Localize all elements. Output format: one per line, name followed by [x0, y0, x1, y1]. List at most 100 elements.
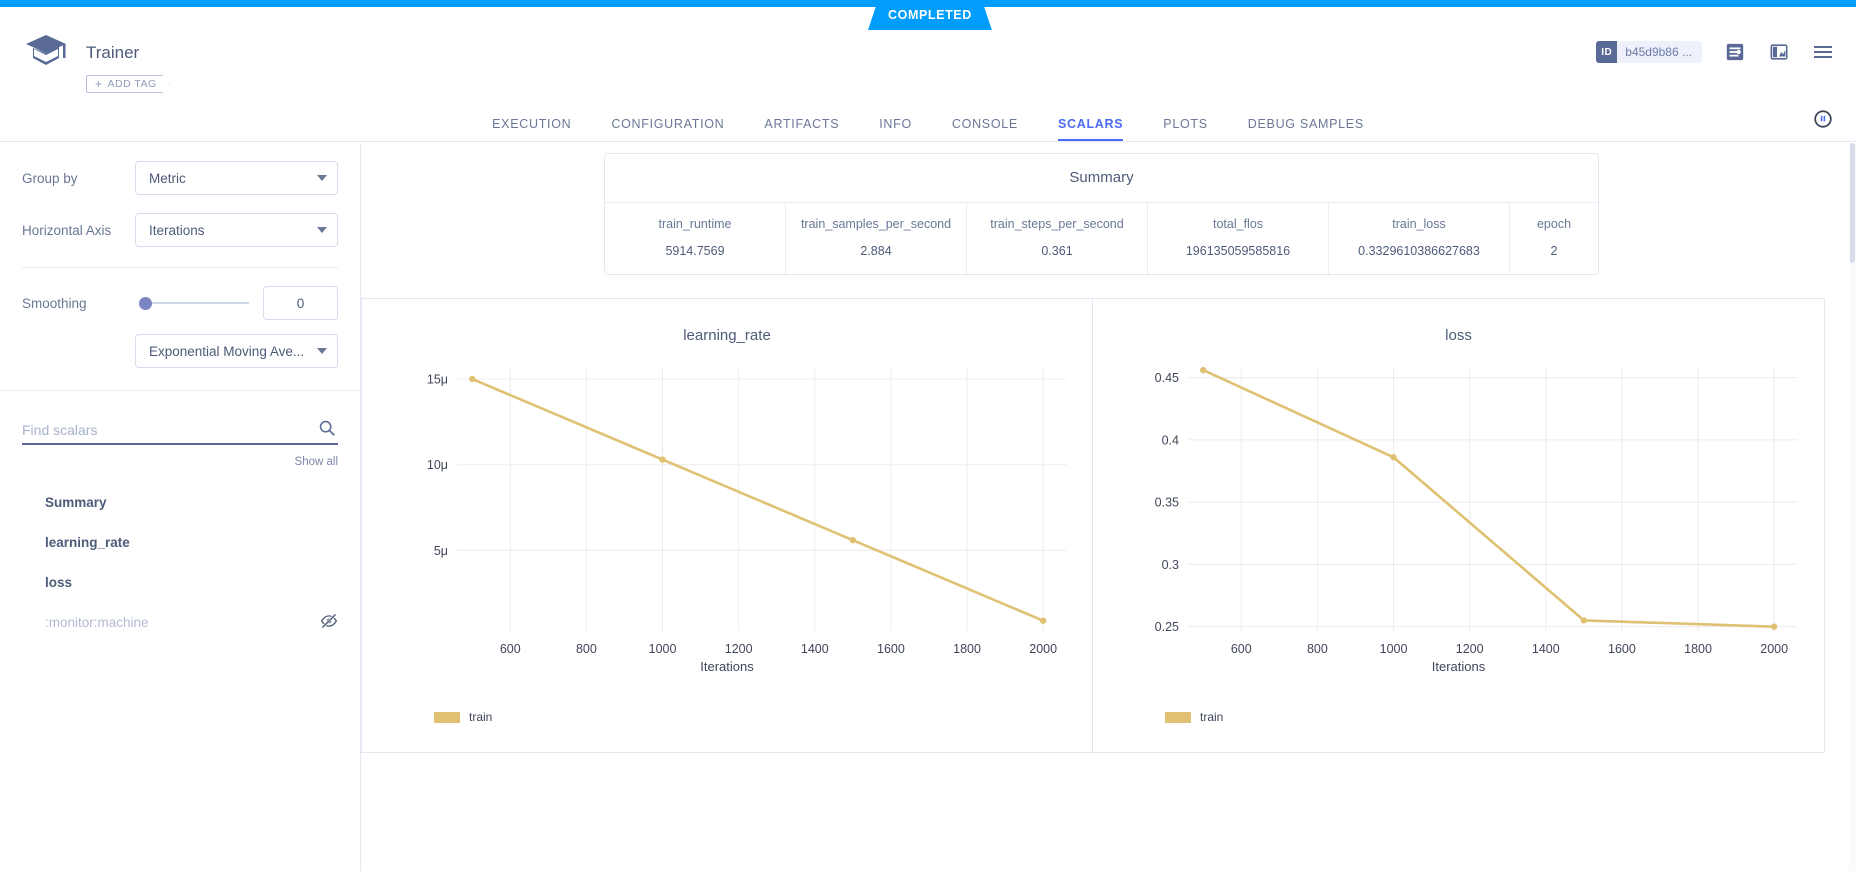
page-scrollbar[interactable] — [1849, 143, 1856, 871]
x-axis-tick: 600 — [500, 642, 521, 656]
legend-color-swatch — [434, 712, 460, 723]
data-point[interactable] — [1771, 623, 1777, 629]
series-line — [1203, 370, 1774, 627]
tab-info[interactable]: INFO — [859, 117, 932, 141]
summary-col-epoch: epoch 2 — [1510, 203, 1598, 274]
smoothing-slider-thumb[interactable] — [139, 297, 152, 310]
tab-scalars[interactable]: SCALARS — [1038, 117, 1143, 141]
x-axis-tick: 1200 — [1456, 642, 1484, 656]
smoothing-algorithm-select[interactable]: Exponential Moving Ave... — [135, 334, 338, 368]
series-line — [472, 379, 1043, 621]
task-id-chip[interactable]: ID b45d9b86 ... — [1596, 41, 1702, 63]
summary-col-train-steps-per-second: train_steps_per_second 0.361 — [967, 203, 1148, 274]
data-point[interactable] — [1581, 617, 1587, 623]
summary-col-train-runtime: train_runtime 5914.7569 — [605, 203, 786, 274]
data-point[interactable] — [659, 456, 665, 462]
list-item[interactable]: :monitor:machine — [0, 602, 360, 642]
y-axis-tick: 5μ — [434, 544, 448, 558]
chart-legend[interactable]: train — [434, 710, 492, 724]
chart-plot-area[interactable]: 15μ10μ5μ600800100012001400160018002000 — [362, 359, 1094, 689]
group-by-select[interactable]: Metric — [135, 161, 338, 195]
sidebar-section-divider — [0, 390, 360, 391]
tab-debug-samples[interactable]: DEBUG SAMPLES — [1228, 117, 1384, 141]
list-item[interactable]: loss — [0, 562, 360, 602]
scalars-main: Summary train_runtime 5914.7569 train_sa… — [361, 143, 1856, 871]
show-all-link[interactable]: Show all — [0, 456, 360, 468]
column-value: 0.3329610386627683 — [1335, 244, 1503, 258]
search-icon[interactable] — [318, 419, 336, 442]
x-axis-label: Iterations — [362, 659, 1092, 674]
x-axis-tick: 1400 — [1532, 642, 1560, 656]
tab-plots[interactable]: PLOTS — [1143, 117, 1228, 141]
id-label: ID — [1596, 41, 1617, 63]
page-header: Trainer + ADD TAG ID b45d9b86 ... — [0, 7, 1856, 102]
column-header: train_loss — [1335, 217, 1503, 231]
legend-label: train — [1200, 710, 1223, 724]
spacer — [22, 334, 135, 368]
chart-title: learning_rate — [362, 327, 1092, 344]
hamburger-menu-icon[interactable] — [1812, 41, 1834, 63]
main-tabbar: EXECUTION CONFIGURATION ARTIFACTS INFO C… — [0, 102, 1856, 142]
header-actions: ID b45d9b86 ... — [1596, 41, 1834, 63]
list-item[interactable]: learning_rate — [0, 522, 360, 562]
scrollbar-thumb[interactable] — [1850, 143, 1855, 263]
chart-title: loss — [1093, 327, 1824, 344]
panel-layout-icon[interactable] — [1768, 41, 1790, 63]
x-axis-tick: 1800 — [953, 642, 981, 656]
data-point[interactable] — [1040, 618, 1046, 624]
search-scalars-wrap — [22, 417, 338, 445]
x-axis-tick: 1000 — [649, 642, 677, 656]
scalar-item-label: learning_rate — [45, 535, 130, 550]
auto-refresh-paused-icon[interactable] — [1812, 108, 1834, 135]
scalars-sidebar: Group by Metric Horizontal Axis Iteratio… — [0, 143, 361, 871]
data-point[interactable] — [469, 376, 475, 382]
summary-title: Summary — [605, 154, 1598, 203]
page-title: Trainer — [86, 43, 139, 63]
smoothing-value-input[interactable]: 0 — [263, 286, 338, 320]
smoothing-row: Smoothing 0 — [0, 286, 360, 320]
scalar-list: Summary learning_rate loss :monitor:mach… — [0, 482, 360, 642]
x-axis-tick: 1000 — [1380, 642, 1408, 656]
x-axis-tick: 1600 — [1608, 642, 1636, 656]
chart-legend[interactable]: train — [1165, 710, 1223, 724]
data-point[interactable] — [1390, 454, 1396, 460]
tab-configuration[interactable]: CONFIGURATION — [591, 117, 744, 141]
horizontal-axis-select[interactable]: Iterations — [135, 213, 338, 247]
column-header: total_flos — [1154, 217, 1322, 231]
horizontal-axis-value: Iterations — [149, 223, 317, 238]
y-axis-tick: 10μ — [427, 458, 448, 472]
column-header: train_steps_per_second — [973, 217, 1141, 231]
search-input[interactable] — [22, 417, 338, 445]
x-axis-tick: 1200 — [725, 642, 753, 656]
column-value: 0.361 — [973, 244, 1141, 258]
y-axis-tick: 0.4 — [1162, 433, 1179, 447]
y-axis-tick: 15μ — [427, 373, 448, 387]
tab-artifacts[interactable]: ARTIFACTS — [744, 117, 859, 141]
tab-execution[interactable]: EXECUTION — [472, 117, 591, 141]
graduation-cap-icon — [24, 31, 68, 71]
group-by-label: Group by — [22, 171, 135, 186]
tab-console[interactable]: CONSOLE — [932, 117, 1038, 141]
clearml-scalars-page: COMPLETED Trainer + ADD TAG ID b45d9b86 … — [0, 0, 1856, 871]
eye-slash-icon[interactable] — [320, 612, 338, 633]
x-axis-tick: 800 — [1307, 642, 1328, 656]
data-point[interactable] — [1200, 367, 1206, 373]
column-header: train_runtime — [611, 217, 779, 231]
legend-color-swatch — [1165, 712, 1191, 723]
chart-panel-loss[interactable]: loss 0.450.40.350.30.2560080010001200140… — [1093, 298, 1825, 753]
chart-plot-area[interactable]: 0.450.40.350.30.256008001000120014001600… — [1093, 359, 1825, 689]
x-axis-tick: 1800 — [1684, 642, 1712, 656]
smoothing-slider[interactable] — [143, 302, 249, 304]
chart-panel-learning-rate[interactable]: learning_rate 15μ10μ5μ600800100012001400… — [361, 298, 1093, 753]
column-value: 5914.7569 — [611, 244, 779, 258]
horizontal-axis-label: Horizontal Axis — [22, 223, 135, 238]
chevron-down-icon — [317, 348, 327, 354]
add-tag-button[interactable]: + ADD TAG — [86, 75, 170, 93]
y-axis-tick: 0.45 — [1155, 371, 1179, 385]
list-item[interactable]: Summary — [0, 482, 360, 522]
summary-col-train-samples-per-second: train_samples_per_second 2.884 — [786, 203, 967, 274]
sliders-icon[interactable] — [1724, 41, 1746, 63]
data-point[interactable] — [850, 537, 856, 543]
tab-list: EXECUTION CONFIGURATION ARTIFACTS INFO C… — [472, 117, 1384, 141]
column-header: train_samples_per_second — [792, 217, 960, 231]
